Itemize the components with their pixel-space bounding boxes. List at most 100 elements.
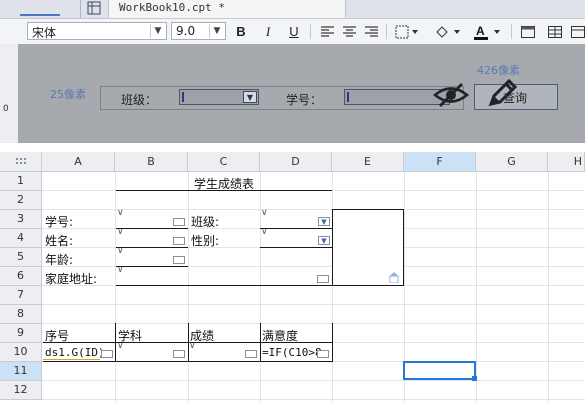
column-header[interactable]: H bbox=[548, 152, 585, 172]
fill-color-button[interactable] bbox=[432, 22, 464, 41]
font-family-select[interactable]: 宋体 ▼ bbox=[27, 22, 167, 40]
grid-line bbox=[188, 172, 189, 402]
x-offset-label: 25像素 bbox=[50, 88, 86, 101]
cell-border bbox=[260, 228, 332, 229]
expand-indicator bbox=[43, 359, 100, 360]
text-widget-cell[interactable] bbox=[317, 350, 329, 358]
cell-border bbox=[116, 285, 332, 286]
align-right-button[interactable] bbox=[361, 22, 381, 41]
dropdown-widget-cell[interactable]: ▼ bbox=[318, 236, 330, 245]
row-header-selected[interactable]: 11 bbox=[0, 362, 42, 381]
vertical-ruler: 0 bbox=[0, 44, 19, 143]
file-tab[interactable]: WorkBook10.cpt * bbox=[108, 0, 346, 18]
cell-d10-formula[interactable]: =IF(C10>8 bbox=[262, 346, 322, 359]
widget-marker: ∨ bbox=[117, 341, 124, 351]
grid-line bbox=[476, 172, 477, 402]
widget-marker: ∨ bbox=[261, 208, 268, 218]
row-header[interactable]: 3 bbox=[0, 210, 42, 229]
row-header[interactable]: 12 bbox=[0, 381, 42, 400]
row-header[interactable]: 2 bbox=[0, 191, 42, 210]
column-header[interactable]: D bbox=[260, 152, 332, 172]
cell-border bbox=[116, 266, 188, 267]
dropdown-arrow-icon[interactable]: ▼ bbox=[243, 91, 257, 103]
svg-text:A: A bbox=[476, 24, 485, 38]
text-widget-cell[interactable] bbox=[173, 350, 185, 358]
eye-off-icon[interactable] bbox=[433, 81, 469, 109]
cell-border bbox=[260, 247, 332, 248]
grid-icon[interactable] bbox=[87, 1, 101, 15]
format-toolbar: 宋体 ▼ 9.0 ▼ B I U A bbox=[0, 19, 585, 45]
text-caret bbox=[182, 92, 184, 102]
row-header[interactable]: 10 bbox=[0, 343, 42, 362]
align-left-button[interactable] bbox=[317, 22, 337, 41]
gender-cell-label[interactable]: 性别: bbox=[191, 232, 219, 249]
row-header[interactable]: 1 bbox=[0, 172, 42, 191]
text-widget-cell[interactable] bbox=[173, 256, 185, 264]
address-cell-label[interactable]: 家庭地址: bbox=[45, 270, 97, 287]
italic-button[interactable]: I bbox=[258, 22, 278, 41]
font-color-button[interactable]: A bbox=[470, 22, 506, 41]
column-header[interactable]: E bbox=[332, 152, 404, 172]
select-all-corner[interactable] bbox=[0, 152, 42, 172]
text-widget-cell[interactable] bbox=[245, 350, 257, 358]
dropdown-widget-cell[interactable]: ▼ bbox=[318, 217, 330, 226]
column-header[interactable]: C bbox=[188, 152, 260, 172]
column-header[interactable]: B bbox=[115, 152, 188, 172]
align-center-icon bbox=[342, 26, 356, 37]
cell-a10-binding[interactable]: ds1.G(ID) bbox=[45, 346, 105, 359]
cell-border bbox=[116, 247, 188, 248]
cell-border bbox=[260, 323, 261, 362]
row-header[interactable]: 5 bbox=[0, 248, 42, 267]
class-cell-label[interactable]: 班级: bbox=[191, 213, 219, 230]
photo-cell[interactable] bbox=[332, 209, 404, 286]
text-widget-cell[interactable] bbox=[317, 275, 329, 283]
chevron-down-icon[interactable]: ▼ bbox=[150, 24, 165, 38]
align-right-icon bbox=[364, 26, 378, 37]
font-color-icon: A bbox=[474, 24, 500, 40]
fill-handle[interactable] bbox=[472, 376, 477, 381]
toolbar-separator bbox=[310, 24, 311, 39]
bold-button[interactable]: B bbox=[231, 22, 251, 41]
chevron-down-icon[interactable]: ▼ bbox=[209, 24, 224, 38]
row-header[interactable]: 6 bbox=[0, 267, 42, 286]
class-combo-field[interactable]: ▼ bbox=[179, 89, 259, 105]
text-widget-cell[interactable] bbox=[173, 218, 185, 226]
selected-cell[interactable] bbox=[403, 361, 476, 380]
grid-line bbox=[42, 380, 585, 381]
paint-bucket-icon bbox=[436, 26, 460, 38]
widget-marker: ∨ bbox=[189, 341, 196, 351]
row-header[interactable]: 4 bbox=[0, 229, 42, 248]
grid-line bbox=[42, 304, 585, 305]
row-header[interactable]: 9 bbox=[0, 324, 42, 343]
row-header[interactable]: 7 bbox=[0, 286, 42, 305]
grid-line bbox=[115, 172, 116, 402]
pencil-edit-icon[interactable] bbox=[485, 76, 519, 110]
widget-marker: ∨ bbox=[117, 208, 124, 218]
split-icon bbox=[548, 26, 562, 38]
align-center-button[interactable] bbox=[339, 22, 359, 41]
column-header-selected[interactable]: F bbox=[404, 152, 476, 172]
grid-line bbox=[332, 172, 333, 402]
cell-border bbox=[116, 190, 332, 191]
row-header[interactable]: 8 bbox=[0, 305, 42, 324]
name-cell-label[interactable]: 姓名: bbox=[45, 232, 73, 249]
tab-divider bbox=[80, 0, 81, 18]
student-no-cell-label[interactable]: 学号: bbox=[45, 213, 73, 230]
more-toolbar-button[interactable] bbox=[571, 22, 585, 41]
column-header[interactable]: A bbox=[42, 152, 115, 172]
underline-button[interactable]: U bbox=[284, 22, 304, 41]
border-icon bbox=[395, 25, 418, 39]
border-style-button[interactable] bbox=[392, 22, 422, 41]
merge-cells-button[interactable] bbox=[518, 22, 538, 41]
class-label: 班级： bbox=[121, 93, 158, 107]
font-size-value: 9.0 bbox=[176, 24, 196, 38]
column-header[interactable]: G bbox=[476, 152, 548, 172]
font-size-select[interactable]: 9.0 ▼ bbox=[171, 22, 226, 40]
grid-line bbox=[42, 323, 585, 324]
text-widget-cell[interactable] bbox=[173, 237, 185, 245]
text-caret bbox=[347, 92, 349, 102]
text-widget-cell[interactable] bbox=[101, 350, 113, 358]
grid-line bbox=[260, 172, 261, 402]
split-cells-button[interactable] bbox=[545, 22, 565, 41]
age-cell-label[interactable]: 年龄: bbox=[45, 251, 73, 268]
